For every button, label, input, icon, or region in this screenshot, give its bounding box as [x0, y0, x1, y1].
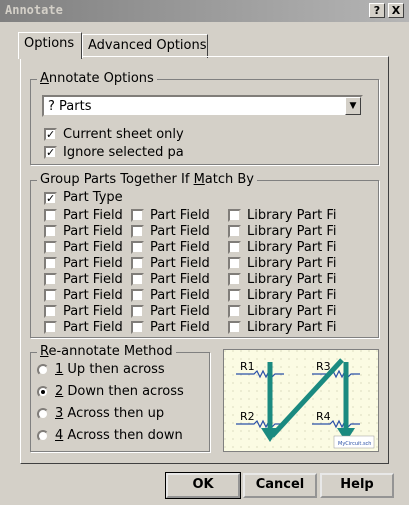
preview-label-r2: R2 — [240, 410, 255, 423]
preview-watermark: MyCircuit.sch — [338, 441, 371, 447]
part-field-checkbox[interactable] — [131, 209, 144, 222]
part-field-checkbox[interactable] — [228, 225, 241, 238]
part-field-label: Library Part Fi — [247, 320, 337, 335]
part-field-label: Library Part Fi — [247, 224, 337, 239]
part-field-checkbox[interactable] — [131, 257, 144, 270]
ignore-selected-checkbox[interactable]: ✓ — [44, 146, 57, 159]
part-field-label: Part Field — [63, 304, 123, 319]
part-field-checkbox[interactable] — [44, 225, 57, 238]
help-button[interactable]: Help — [320, 473, 394, 498]
preview-label-r1: R1 — [240, 360, 255, 373]
part-field-checkbox[interactable] — [44, 273, 57, 286]
part-field-label: Library Part Fi — [247, 240, 337, 255]
radio-across-then-up[interactable] — [37, 408, 49, 420]
annotation-order-preview: R1 R3 R2 R4 MyCircuit.sch — [223, 349, 379, 452]
chevron-down-icon[interactable]: ▼ — [345, 97, 361, 115]
part-field-label: Part Field — [63, 320, 123, 335]
part-field-checkbox[interactable] — [44, 209, 57, 222]
part-field-label: Part Field — [150, 208, 210, 223]
parts-dropdown-value: ? Parts — [48, 99, 92, 114]
part-field-checkbox[interactable] — [228, 257, 241, 270]
part-field-checkbox[interactable] — [131, 305, 144, 318]
part-field-checkbox[interactable] — [228, 305, 241, 318]
part-field-label: Part Field — [63, 256, 123, 271]
tab-options[interactable]: Options — [18, 32, 82, 59]
part-field-checkbox[interactable] — [131, 273, 144, 286]
part-field-label: Part Field — [63, 208, 123, 223]
part-field-checkbox[interactable] — [228, 209, 241, 222]
part-field-checkbox[interactable] — [228, 289, 241, 302]
part-field-checkbox[interactable] — [44, 289, 57, 302]
ok-button[interactable]: OK — [165, 472, 241, 499]
reannotate-label: Re-annotate Method — [37, 344, 176, 359]
title-bar: Annotate ? X — [0, 0, 409, 22]
part-field-label: Library Part Fi — [247, 288, 337, 303]
part-field-label: Part Field — [150, 240, 210, 255]
part-field-checkbox[interactable] — [44, 305, 57, 318]
radio-across-then-up-label: 3 Across then up — [55, 406, 165, 421]
group-parts-label: Group Parts Together If Match By — [37, 172, 257, 187]
current-sheet-checkbox[interactable]: ✓ — [44, 128, 57, 141]
radio-down-then-across[interactable] — [37, 386, 49, 398]
close-icon[interactable]: X — [388, 3, 404, 18]
part-field-label: Part Field — [63, 288, 123, 303]
preview-label-r4: R4 — [316, 410, 331, 423]
part-field-label: Part Field — [150, 320, 210, 335]
cancel-button[interactable]: Cancel — [243, 473, 317, 498]
window-title: Annotate — [5, 3, 63, 17]
part-field-label: Part Field — [63, 240, 123, 255]
help-icon[interactable]: ? — [369, 3, 385, 18]
part-field-label: Library Part Fi — [247, 304, 337, 319]
part-field-label: Part Field — [150, 224, 210, 239]
part-type-label: Part Type — [63, 190, 123, 205]
annotate-options-label: Annotate Options — [37, 71, 157, 86]
part-field-label: Part Field — [150, 288, 210, 303]
tab-advanced-options[interactable]: Advanced Options — [82, 34, 208, 58]
radio-across-then-down-label: 4 Across then down — [55, 428, 183, 443]
radio-down-then-across-label: 2 Down then across — [55, 384, 184, 399]
part-field-label: Part Field — [150, 256, 210, 271]
part-field-label: Part Field — [63, 224, 123, 239]
part-field-checkbox[interactable] — [44, 321, 57, 334]
radio-across-then-down[interactable] — [37, 430, 49, 442]
part-field-label: Library Part Fi — [247, 272, 337, 287]
ignore-selected-label: Ignore selected pa — [63, 145, 183, 160]
part-field-checkbox[interactable] — [228, 273, 241, 286]
radio-up-then-across[interactable] — [37, 364, 49, 376]
part-field-label: Part Field — [63, 272, 123, 287]
part-field-label: Library Part Fi — [247, 208, 337, 223]
part-field-checkbox[interactable] — [131, 289, 144, 302]
part-field-label: Library Part Fi — [247, 256, 337, 271]
preview-diagram: R1 R3 R2 R4 MyCircuit.sch — [224, 350, 378, 451]
parts-dropdown[interactable]: ? Parts ▼ — [42, 95, 363, 117]
part-field-checkbox[interactable] — [44, 241, 57, 254]
annotate-dialog: Annotate ? X Options Advanced Options An… — [0, 0, 409, 505]
part-field-checkbox[interactable] — [228, 241, 241, 254]
part-field-label: Part Field — [150, 304, 210, 319]
part-field-label: Part Field — [150, 272, 210, 287]
part-field-checkbox[interactable] — [131, 321, 144, 334]
part-field-checkbox[interactable] — [131, 241, 144, 254]
part-type-checkbox[interactable]: ✓ — [44, 192, 57, 205]
current-sheet-label: Current sheet only — [63, 127, 184, 142]
radio-up-then-across-label: 1 Up then across — [55, 362, 165, 377]
part-field-checkbox[interactable] — [44, 257, 57, 270]
part-field-checkbox[interactable] — [131, 225, 144, 238]
part-field-checkbox[interactable] — [228, 321, 241, 334]
